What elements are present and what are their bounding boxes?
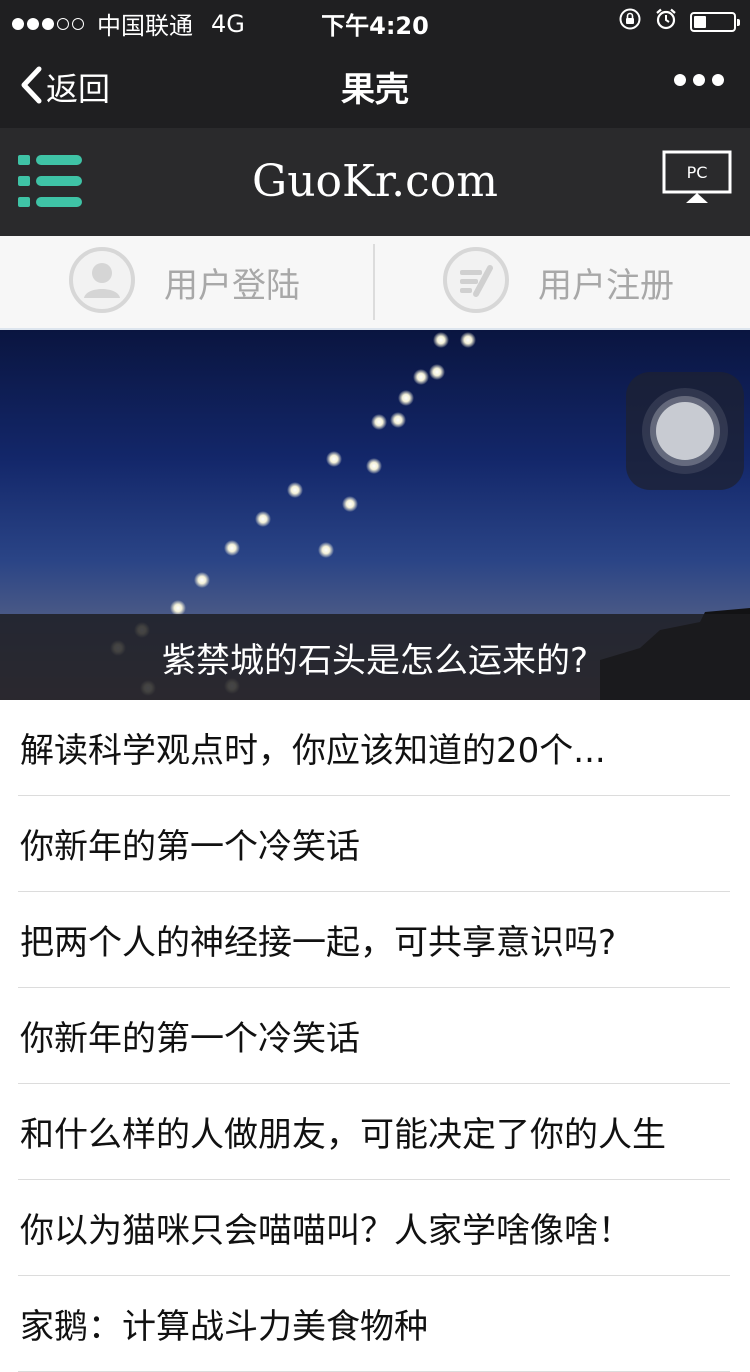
list-item[interactable]: 解读科学观点时，你应该知道的20个...	[18, 700, 730, 796]
site-header: GuoKr.com PC	[0, 128, 750, 236]
login-label: 用户登陆	[164, 265, 300, 306]
article-title: 你以为猫咪只会喵喵叫？人家学啥像啥！	[20, 1211, 632, 1251]
alarm-icon	[654, 7, 678, 37]
register-label: 用户注册	[538, 265, 674, 306]
banner-caption: 紫禁城的石头是怎么运来的?	[0, 614, 750, 700]
register-button[interactable]: 用户注册	[442, 236, 674, 328]
banner-star	[224, 540, 240, 556]
list-item[interactable]: 把两个人的神经接一起，可共享意识吗?	[18, 892, 730, 988]
banner-star	[342, 496, 358, 512]
banner-star	[413, 369, 429, 385]
article-title: 和什么样的人做朋友，可能决定了你的人生	[20, 1115, 666, 1155]
list-item[interactable]: 你新年的第一个冷笑话	[18, 988, 730, 1084]
assistive-touch-button[interactable]	[626, 372, 744, 490]
article-title: 家鹅：计算战斗力美食物种	[20, 1307, 428, 1347]
list-item[interactable]: 你以为猫咪只会喵喵叫？人家学啥像啥！	[18, 1180, 730, 1276]
list-item[interactable]: 你新年的第一个冷笑话	[18, 796, 730, 892]
banner-star	[318, 542, 334, 558]
status-bar: 中国联通 4G 下午4:20	[0, 0, 750, 40]
banner-star	[371, 414, 387, 430]
banner-star	[326, 451, 342, 467]
article-title: 解读科学观点时，你应该知道的20个...	[20, 731, 606, 771]
orientation-lock-icon	[618, 7, 642, 37]
pc-version-icon[interactable]: PC	[662, 150, 732, 212]
user-bar-divider	[373, 244, 375, 320]
site-logo[interactable]: GuoKr.com	[0, 156, 750, 207]
banner-star	[460, 332, 476, 348]
register-form-icon	[442, 246, 510, 318]
article-list: 解读科学观点时，你应该知道的20个... 你新年的第一个冷笑话 把两个人的神经接…	[0, 700, 750, 1372]
user-avatar-icon	[68, 246, 136, 318]
article-title: 把两个人的神经接一起，可共享意识吗?	[20, 923, 617, 963]
pc-label: PC	[687, 163, 708, 182]
page-title: 果壳	[341, 70, 409, 110]
banner-star	[398, 390, 414, 406]
user-bar: 用户登陆 用户注册	[0, 236, 750, 330]
nav-bar: 返回 果壳	[0, 40, 750, 128]
list-item[interactable]: 家鹅：计算战斗力美食物种	[18, 1276, 730, 1372]
list-item[interactable]: 和什么样的人做朋友，可能决定了你的人生	[18, 1084, 730, 1180]
more-dots-icon[interactable]	[667, 74, 724, 86]
article-title: 你新年的第一个冷笑话	[20, 1019, 360, 1059]
banner-star	[194, 572, 210, 588]
banner-star	[429, 364, 445, 380]
battery-icon	[690, 12, 740, 32]
banner-star	[287, 482, 303, 498]
banner-star	[366, 458, 382, 474]
banner-star	[433, 332, 449, 348]
banner-star	[255, 511, 271, 527]
banner-star	[390, 412, 406, 428]
login-button[interactable]: 用户登陆	[68, 236, 300, 328]
status-right	[606, 7, 740, 37]
article-title: 你新年的第一个冷笑话	[20, 827, 360, 867]
